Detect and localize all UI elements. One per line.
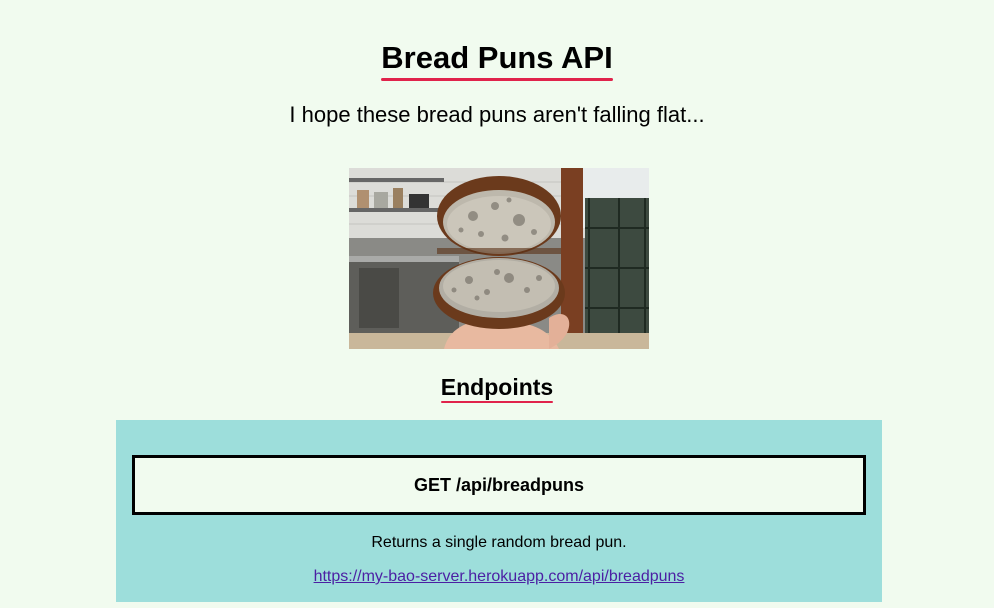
endpoints-heading: Endpoints [0, 372, 994, 403]
bread-photo [349, 168, 649, 349]
endpoint-panel: GET /api/breadpuns Returns a single rand… [116, 420, 882, 602]
page-title-text: Bread Puns API [381, 38, 614, 81]
endpoint-link-container: https://my-bao-server.herokuapp.com/api/… [116, 567, 882, 587]
page-subtitle: I hope these bread puns aren't falling f… [289, 102, 705, 127]
endpoints-heading-text: Endpoints [440, 374, 554, 403]
page: Bread Puns API I hope these bread puns a… [0, 0, 994, 608]
endpoint-method-path: GET /api/breadpuns [132, 455, 866, 515]
endpoint-description: Returns a single random bread pun. [371, 534, 627, 551]
bread-loaf-photo-icon [349, 168, 649, 349]
page-title: Bread Puns API [0, 38, 994, 81]
endpoint-link[interactable]: https://my-bao-server.herokuapp.com/api/… [314, 568, 685, 585]
